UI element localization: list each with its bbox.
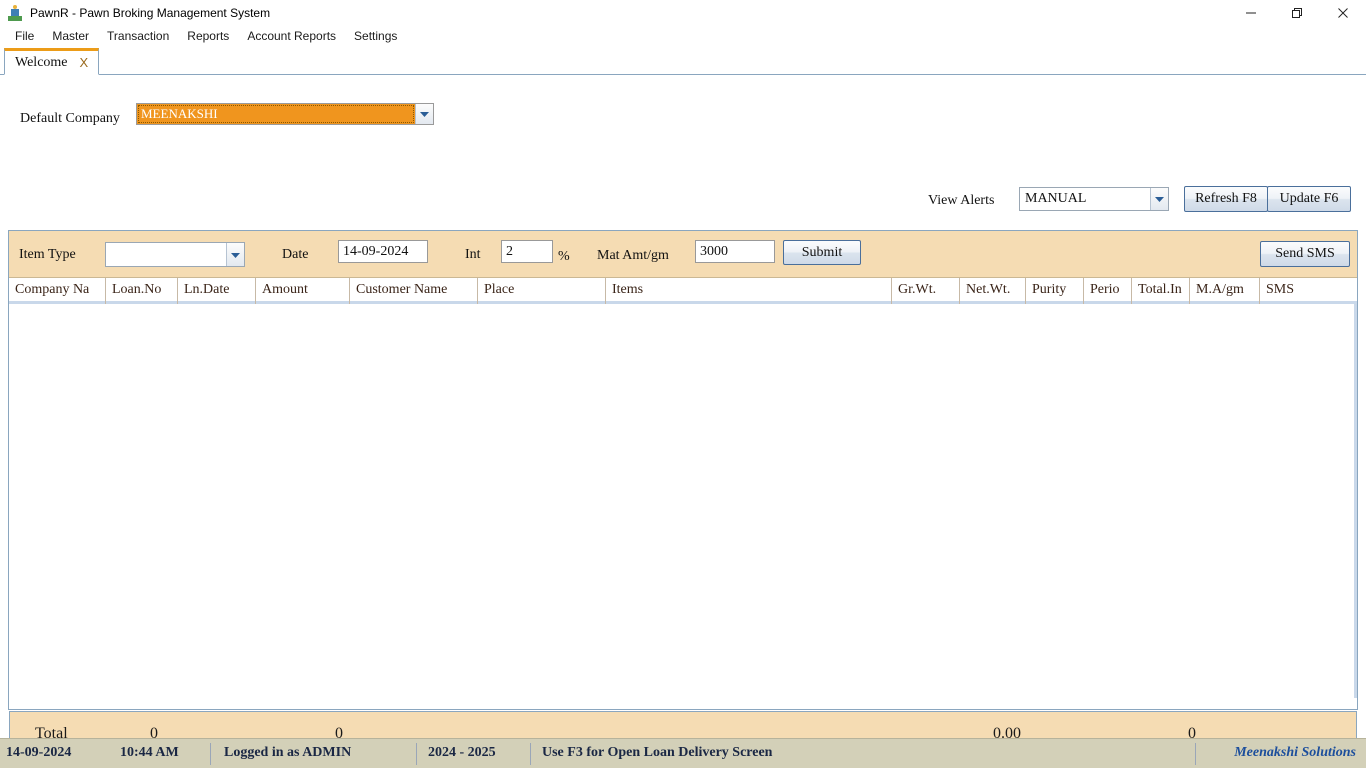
- grid-body[interactable]: [9, 304, 1357, 698]
- close-icon[interactable]: [1320, 0, 1366, 25]
- interest-input[interactable]: 2: [501, 240, 553, 263]
- tab-welcome-label: Welcome: [15, 55, 68, 71]
- chevron-down-icon[interactable]: [226, 243, 244, 266]
- grid-column-header[interactable]: Place: [477, 278, 605, 304]
- default-company-value: MEENAKSHI: [137, 104, 415, 124]
- menu-item-settings[interactable]: Settings: [345, 27, 406, 45]
- date-label: Date: [282, 247, 308, 263]
- grid-column-header[interactable]: M.A/gm: [1189, 278, 1259, 304]
- status-divider: [210, 743, 211, 765]
- grid-column-header[interactable]: SMS: [1259, 278, 1349, 304]
- view-alerts-value: MANUAL: [1020, 188, 1150, 210]
- status-divider: [530, 743, 531, 765]
- window-title: PawnR - Pawn Broking Management System: [30, 6, 270, 20]
- header-row: Default Company MEENAKSHI: [0, 75, 1366, 133]
- date-input[interactable]: 14-09-2024: [338, 240, 428, 263]
- minimize-icon[interactable]: [1228, 0, 1274, 25]
- main-panel: Item Type Date 14-09-2024 Int 2 % Mat Am…: [8, 230, 1358, 710]
- pawn-app-icon: [7, 5, 23, 21]
- refresh-button[interactable]: Refresh F8: [1184, 186, 1268, 212]
- chevron-down-icon[interactable]: [1150, 188, 1168, 210]
- status-date: 14-09-2024: [6, 745, 71, 761]
- status-bar: 14-09-2024 10:44 AM Logged in as ADMIN 2…: [0, 738, 1366, 768]
- mat-amt-label: Mat Amt/gm: [597, 248, 669, 264]
- item-type-select[interactable]: [105, 242, 245, 267]
- grid-column-header[interactable]: Ln.Date: [177, 278, 255, 304]
- percent-label: %: [558, 249, 570, 265]
- chevron-down-icon[interactable]: [415, 104, 433, 124]
- update-button[interactable]: Update F6: [1267, 186, 1351, 212]
- page-body: Default Company MEENAKSHI View Alerts MA…: [0, 75, 1366, 758]
- grid-column-header[interactable]: Purity: [1025, 278, 1083, 304]
- view-alerts-label: View Alerts: [928, 193, 994, 209]
- grid-column-header[interactable]: Company Na: [9, 278, 105, 304]
- menu-item-transaction[interactable]: Transaction: [98, 27, 178, 45]
- tab-close-icon[interactable]: X: [80, 55, 89, 70]
- filter-bar: Item Type Date 14-09-2024 Int 2 % Mat Am…: [9, 231, 1357, 278]
- grid-column-header[interactable]: Customer Name: [349, 278, 477, 304]
- grid-column-header[interactable]: Total.In: [1131, 278, 1189, 304]
- grid-column-header[interactable]: Loan.No: [105, 278, 177, 304]
- grid-column-header[interactable]: Items: [605, 278, 891, 304]
- mat-amt-input[interactable]: 3000: [695, 240, 775, 263]
- item-type-value: [106, 243, 226, 266]
- tab-welcome[interactable]: Welcome X: [4, 48, 99, 75]
- menu-item-master[interactable]: Master: [43, 27, 98, 45]
- tab-strip: Welcome X: [0, 47, 1366, 75]
- status-login: Logged in as ADMIN: [224, 745, 351, 761]
- menu-item-account-reports[interactable]: Account Reports: [238, 27, 345, 45]
- send-sms-button[interactable]: Send SMS: [1260, 241, 1350, 267]
- view-alerts-select[interactable]: MANUAL: [1019, 187, 1169, 211]
- menu-item-reports[interactable]: Reports: [178, 27, 238, 45]
- status-divider: [1195, 743, 1196, 765]
- menu-item-file[interactable]: File: [6, 27, 43, 45]
- grid-vertical-scrollbar[interactable]: [1354, 304, 1357, 698]
- menu-bar: File Master Transaction Reports Account …: [0, 25, 1366, 47]
- grid-column-header[interactable]: Perio: [1083, 278, 1131, 304]
- default-company-select[interactable]: MEENAKSHI: [136, 103, 434, 125]
- title-bar: PawnR - Pawn Broking Management System: [0, 0, 1366, 25]
- default-company-label: Default Company: [20, 111, 120, 127]
- grid-column-header[interactable]: Amount: [255, 278, 349, 304]
- restore-icon[interactable]: [1274, 0, 1320, 25]
- status-time: 10:44 AM: [120, 745, 179, 761]
- interest-label: Int: [465, 247, 481, 263]
- status-brand: Meenakshi Solutions: [1234, 745, 1356, 761]
- status-divider: [416, 743, 417, 765]
- status-fiscal-year: 2024 - 2025: [428, 745, 496, 761]
- window-controls: [1228, 0, 1366, 25]
- submit-button[interactable]: Submit: [783, 240, 861, 265]
- item-type-label: Item Type: [19, 247, 76, 263]
- status-hint: Use F3 for Open Loan Delivery Screen: [542, 745, 772, 761]
- grid-column-header[interactable]: Gr.Wt.: [891, 278, 959, 304]
- grid-header: Company NaLoan.NoLn.DateAmountCustomer N…: [9, 278, 1357, 304]
- grid-column-header[interactable]: Net.Wt.: [959, 278, 1025, 304]
